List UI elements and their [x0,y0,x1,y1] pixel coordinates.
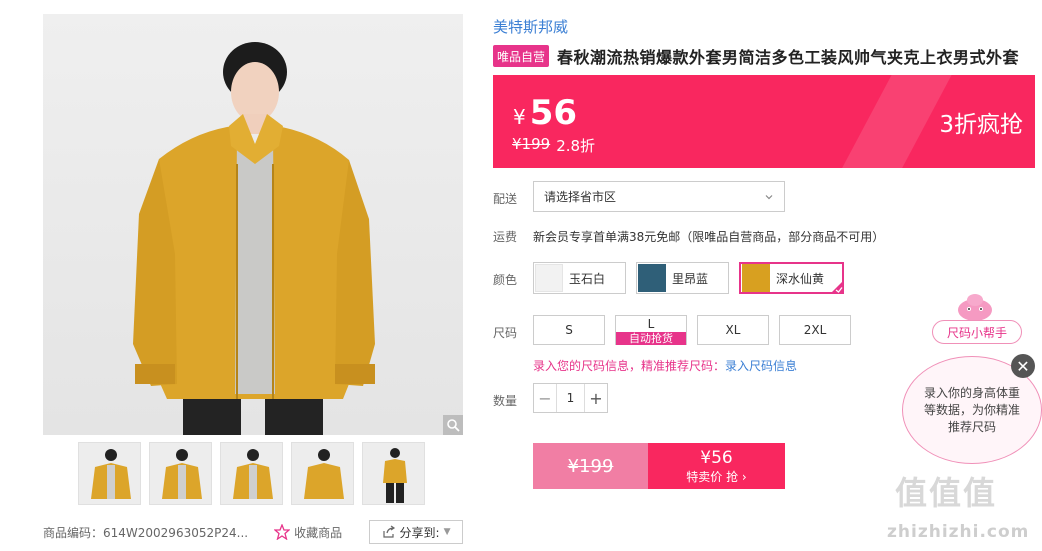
thumbnail-image [162,449,202,499]
auto-grab-badge: 自动抢货 [616,332,686,345]
main-product-image[interactable] [43,14,463,435]
decrease-button[interactable]: − [534,384,556,412]
share-dropdown[interactable]: 分享到: ▼ [369,520,463,544]
self-operated-badge: 唯品自营 [493,45,550,67]
region-select[interactable]: 请选择省市区 [533,181,785,212]
color-label: 颜色 [493,273,518,287]
current-price-value: 56 [529,93,578,133]
mascot-icon [958,294,992,321]
thumbnail-image [383,448,407,503]
close-icon[interactable]: ✕ [1011,354,1035,378]
size-option-2xl[interactable]: 2XL [779,315,851,345]
buy-action-row: 特卖价 抢 › [686,468,746,485]
thumbnail-image [91,449,131,499]
favorite-label: 收藏商品 [294,525,343,540]
thumbnail-strip [78,442,425,505]
color-option-label: 深水仙黄 [776,271,825,286]
buy-original-price: ¥199 [533,443,648,489]
quantity-label: 数量 [493,394,518,408]
thumbnail-2[interactable] [149,442,212,505]
buy-button[interactable]: ¥199 ¥56 特卖价 抢 › [533,443,785,489]
thumbnail-1[interactable] [78,442,141,505]
thumbnail-image [233,449,273,499]
chevron-down-icon: ▼ [443,527,451,537]
share-icon [382,525,395,538]
size-option-s[interactable]: S [533,315,605,345]
color-option-blue[interactable]: 里昂蓝 [636,262,729,294]
buy-action-label: 特卖价 抢 [686,469,739,484]
thumbnail-3[interactable] [220,442,283,505]
chevron-right-icon: › [741,469,747,484]
size-input-link[interactable]: 录入尺码信息 [725,359,797,373]
product-meta-row: 商品编码：614W2002963052P24... 收藏商品 分享到: ▼ [43,520,463,544]
watermark-domain: zhizhizhi.com [887,522,1030,542]
size-option-l[interactable]: L 自动抢货 [615,315,687,345]
thumbnail-5[interactable] [362,442,425,505]
thumbnail-image [304,449,344,499]
price-subline: ¥199 2.8折 [512,135,595,156]
size-hint-text: 录入您的尺码信息，精准推荐尺码： [533,359,726,373]
favorite-button[interactable]: 收藏商品 [274,524,342,541]
buy-sale-section: ¥56 特卖价 抢 › [648,443,785,489]
quantity-stepper: − 1 + [533,383,608,413]
current-price: ¥ 56 [513,93,577,133]
size-helper-tag[interactable]: 尺码小帮手 [932,320,1022,344]
product-title: 春秋潮流热销爆款外套男简洁多色工装风帅气夹克上衣男式外套 [557,48,1020,67]
title-row: 唯品自营 春秋潮流热销爆款外套男简洁多色工装风帅气夹克上衣男式外套 [493,44,1019,68]
size-hint: 录入您的尺码信息，精准推荐尺码：录入尺码信息 [533,357,797,374]
size-option-label: S [565,323,573,337]
color-option-yellow[interactable]: 深水仙黄 [739,262,844,294]
size-option-label: L [647,317,655,331]
sku-code: 商品编码：614W2002963052P24... [43,525,249,540]
freight-text: 新会员专享首单满38元免邮（限唯品自营商品，部分商品不可用） [533,230,885,244]
color-swatch [638,264,666,292]
size-option-xl[interactable]: XL [697,315,769,345]
thumbnail-4[interactable] [291,442,354,505]
size-label: 尺码 [493,326,518,340]
promo-tag: 3折疯抢 [939,112,1023,138]
color-swatch [742,264,770,292]
color-option-white[interactable]: 玉石白 [533,262,626,294]
price-banner: ¥ 56 ¥199 2.8折 3折疯抢 [493,75,1035,168]
discount-rate: 2.8折 [556,137,596,155]
size-option-label: 2XL [803,323,827,337]
magnifier-icon [447,419,460,432]
freight-label: 运费 [493,230,518,244]
size-option-label: XL [725,323,741,337]
star-icon [274,524,291,540]
selected-check-icon [830,280,844,294]
color-option-label: 里昂蓝 [672,271,709,286]
size-helper-text: 录入你的身高体重等数据，为你精准推荐尺码 [923,385,1020,434]
quantity-value[interactable]: 1 [556,384,585,412]
chevron-down-icon [765,194,773,199]
original-price: ¥199 [512,135,551,153]
increase-button[interactable]: + [585,384,607,412]
currency-symbol: ¥ [513,105,526,129]
model-illustration [133,42,375,435]
region-select-value: 请选择省市区 [544,190,617,204]
shipping-label: 配送 [493,192,518,206]
brand-name[interactable]: 美特斯邦威 [493,16,568,37]
zoom-button[interactable] [443,415,463,435]
watermark-logo: 值值值 [895,474,998,512]
buy-sale-price: ¥56 [700,447,733,468]
color-option-label: 玉石白 [569,271,606,286]
share-label: 分享到: [399,525,440,540]
color-swatch [535,264,563,292]
